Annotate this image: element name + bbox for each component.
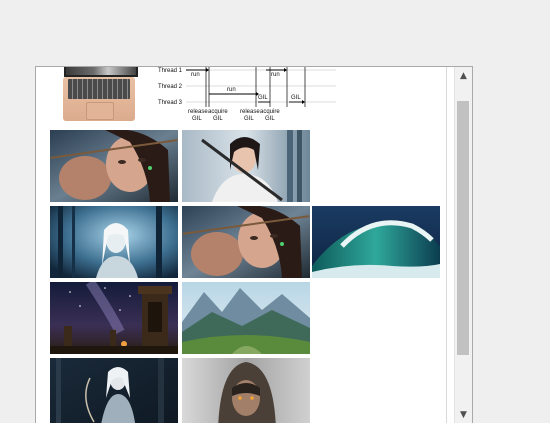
scrollbar-thumb[interactable] [457, 101, 469, 355]
image-elf-woman-blue-forest[interactable] [50, 206, 178, 278]
thread-3-label: Thread 3 [158, 100, 183, 106]
image-mountain-valley[interactable] [182, 282, 310, 354]
laptop-image[interactable] [50, 67, 146, 127]
gil-word-3: GIL [244, 116, 254, 122]
laptop-trackpad-shape [86, 102, 114, 120]
image-ocean-wave[interactable] [312, 206, 440, 278]
gil-label-2: GIL [258, 95, 268, 101]
image-elf-archer-dark-forest[interactable] [50, 358, 178, 423]
vertical-scrollbar[interactable]: ▲ ▼ [454, 67, 472, 423]
gil-word-1: GIL [192, 116, 202, 122]
release-label-2: release [240, 109, 260, 115]
release-label-1: release [188, 109, 208, 115]
gil-thread-diagram[interactable]: Thread 1 Thread 2 Thread 3 run run run G… [154, 67, 344, 127]
scroll-down-icon[interactable]: ▼ [455, 406, 472, 423]
acquire-label-1: acquire [208, 109, 228, 115]
image-swordswoman-forest[interactable] [182, 130, 310, 202]
run-label-1: run [191, 72, 200, 78]
image-hooded-warrior[interactable] [182, 358, 310, 423]
gil-word-2: GIL [213, 116, 223, 122]
laptop-screen-shape [64, 67, 138, 77]
image-gallery: Thread 1 Thread 2 Thread 3 run run run G… [36, 67, 454, 423]
scroll-up-icon[interactable]: ▲ [455, 67, 472, 84]
content-right-border [446, 67, 447, 423]
image-archer-woman-closeup-repeat[interactable] [182, 206, 310, 278]
laptop-keyboard-shape [68, 79, 130, 99]
gil-word-4: GIL [265, 116, 275, 122]
thread-1-label: Thread 1 [158, 68, 183, 74]
browser-content-window: Thread 1 Thread 2 Thread 3 run run run G… [35, 66, 473, 423]
image-ruins-starry-night[interactable] [50, 282, 178, 354]
acquire-label-2: acquire [260, 109, 280, 115]
image-archer-woman-closeup[interactable] [50, 130, 178, 202]
run-label-2: run [227, 87, 236, 93]
gil-label-1: GIL [291, 95, 301, 101]
run-label-3: run [271, 72, 280, 78]
thread-2-label: Thread 2 [158, 84, 183, 90]
